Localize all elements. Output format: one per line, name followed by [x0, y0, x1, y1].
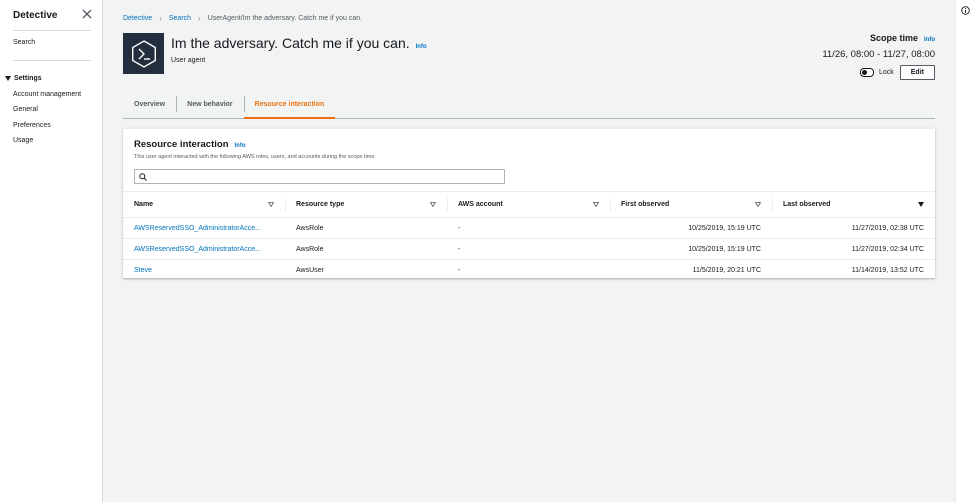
row-aws-account: - [447, 238, 610, 260]
sidebar-divider [13, 30, 91, 31]
scope-time-text: Scope time [869, 33, 918, 43]
sort-icon [593, 202, 599, 207]
caret-down-icon [5, 76, 11, 81]
resource-interaction-panel: Resource interaction Info This user agen… [123, 128, 935, 278]
help-rail [955, 0, 974, 502]
page-subtitle: User agent [171, 57, 206, 64]
user-agent-icon [123, 33, 164, 74]
main-content: Detective › Search › UserAgent/Im the ad… [103, 0, 955, 502]
resource-table: Name Resource type AWS account First obs… [123, 191, 935, 280]
sidebar-item-search[interactable]: Search [13, 39, 35, 46]
row-last-observed: 11/27/2019, 02:34 UTC [772, 238, 935, 260]
breadcrumb-current: UserAgent/Im the adversary. Catch me if … [207, 15, 363, 22]
lock-label: Lock [878, 69, 894, 76]
breadcrumb-search[interactable]: Search [169, 15, 191, 22]
row-resource-type: AwsUser [296, 266, 324, 274]
sort-icon [268, 202, 274, 207]
chevron-right-icon: › [159, 14, 162, 23]
scope-time-range: 11/26, 08:00 - 11/27, 08:00 [822, 49, 935, 60]
sort-descending-icon [918, 202, 924, 207]
row-last-observed: 11/27/2019, 02:38 UTC [772, 217, 935, 239]
column-header-aws-account[interactable]: AWS account [447, 191, 610, 218]
row-aws-account: - [447, 217, 610, 239]
table-row: AWSReservedSSO_AdministratorAcce... AwsR… [123, 217, 935, 239]
column-header-last-observed[interactable]: Last observed [772, 191, 935, 218]
row-name-link[interactable]: AWSReservedSSO_AdministratorAcce... [123, 238, 285, 260]
row-first-observed: 10/25/2019, 15:19 UTC [610, 238, 772, 260]
column-header-first-observed[interactable]: First observed [610, 191, 772, 218]
sort-icon [755, 202, 761, 207]
sidebar-section-label: Settings [14, 75, 42, 82]
tab-resource-interaction[interactable]: Resource interaction [243, 90, 336, 119]
row-name-link[interactable]: Steve [123, 260, 285, 281]
row-first-observed: 11/5/2019, 20:21 UTC [692, 266, 761, 274]
sidebar-item-usage[interactable]: Usage [13, 137, 33, 144]
scope-info-link[interactable]: Info [924, 37, 935, 43]
row-name-link[interactable]: AWSReservedSSO_AdministratorAcce... [123, 217, 285, 239]
sidebar-section-settings[interactable]: Settings [5, 75, 42, 82]
sidebar-title: Detective [13, 10, 58, 21]
chevron-right-icon: › [198, 14, 201, 23]
sidebar-item-preferences[interactable]: Preferences [13, 122, 51, 129]
row-last-observed: 11/14/2019, 13:52 UTC [851, 266, 924, 274]
sidebar-item-account-management[interactable]: Account management [13, 91, 81, 98]
search-box[interactable] [134, 169, 505, 184]
tab-bar: Overview New behavior Resource interacti… [123, 90, 935, 119]
panel-info-link[interactable]: Info [235, 143, 246, 149]
table-header-row: Name Resource type AWS account First obs… [123, 191, 935, 218]
table-row: AWSReservedSSO_AdministratorAcce... AwsR… [123, 238, 935, 260]
column-header-name[interactable]: Name [123, 191, 285, 218]
panel-description: This user agent interacted with the foll… [134, 154, 376, 160]
search-input[interactable] [147, 171, 504, 182]
tab-overview[interactable]: Overview [123, 90, 176, 118]
lock-toggle[interactable] [859, 68, 874, 77]
breadcrumb: Detective › Search › UserAgent/Im the ad… [123, 14, 362, 23]
sort-icon [430, 202, 436, 207]
lock-row: Lock Edit [859, 65, 935, 80]
panel-title-text: Resource interaction [134, 139, 229, 150]
scope-time-label: Scope time Info [870, 33, 935, 43]
row-resource-type: AwsRole [285, 217, 447, 239]
title-info-link[interactable]: Info [416, 44, 427, 50]
tab-new-behavior[interactable]: New behavior [176, 90, 244, 118]
row-resource-type: AwsRole [285, 238, 447, 260]
info-circle-icon[interactable] [961, 6, 970, 15]
sidebar-item-general[interactable]: General [13, 106, 38, 113]
breadcrumb-detective[interactable]: Detective [123, 15, 152, 22]
page-title-text: Im the adversary. Catch me if you can. [171, 35, 410, 51]
row-first-observed: 10/25/2019, 15:19 UTC [610, 217, 772, 239]
row-aws-account: - [458, 266, 461, 274]
sidebar-divider [13, 60, 91, 61]
table-row: Steve AwsUser - 11/5/2019, 20:21 UTC 11/… [123, 260, 935, 281]
edit-button[interactable]: Edit [899, 65, 935, 80]
search-icon [139, 172, 147, 181]
close-icon[interactable] [82, 9, 92, 19]
sidebar: Detective Search Settings Account manage… [0, 0, 103, 502]
panel-title: Resource interaction Info [134, 139, 246, 150]
column-header-resource-type[interactable]: Resource type [285, 191, 447, 218]
page-title: Im the adversary. Catch me if you can. I… [171, 35, 427, 51]
